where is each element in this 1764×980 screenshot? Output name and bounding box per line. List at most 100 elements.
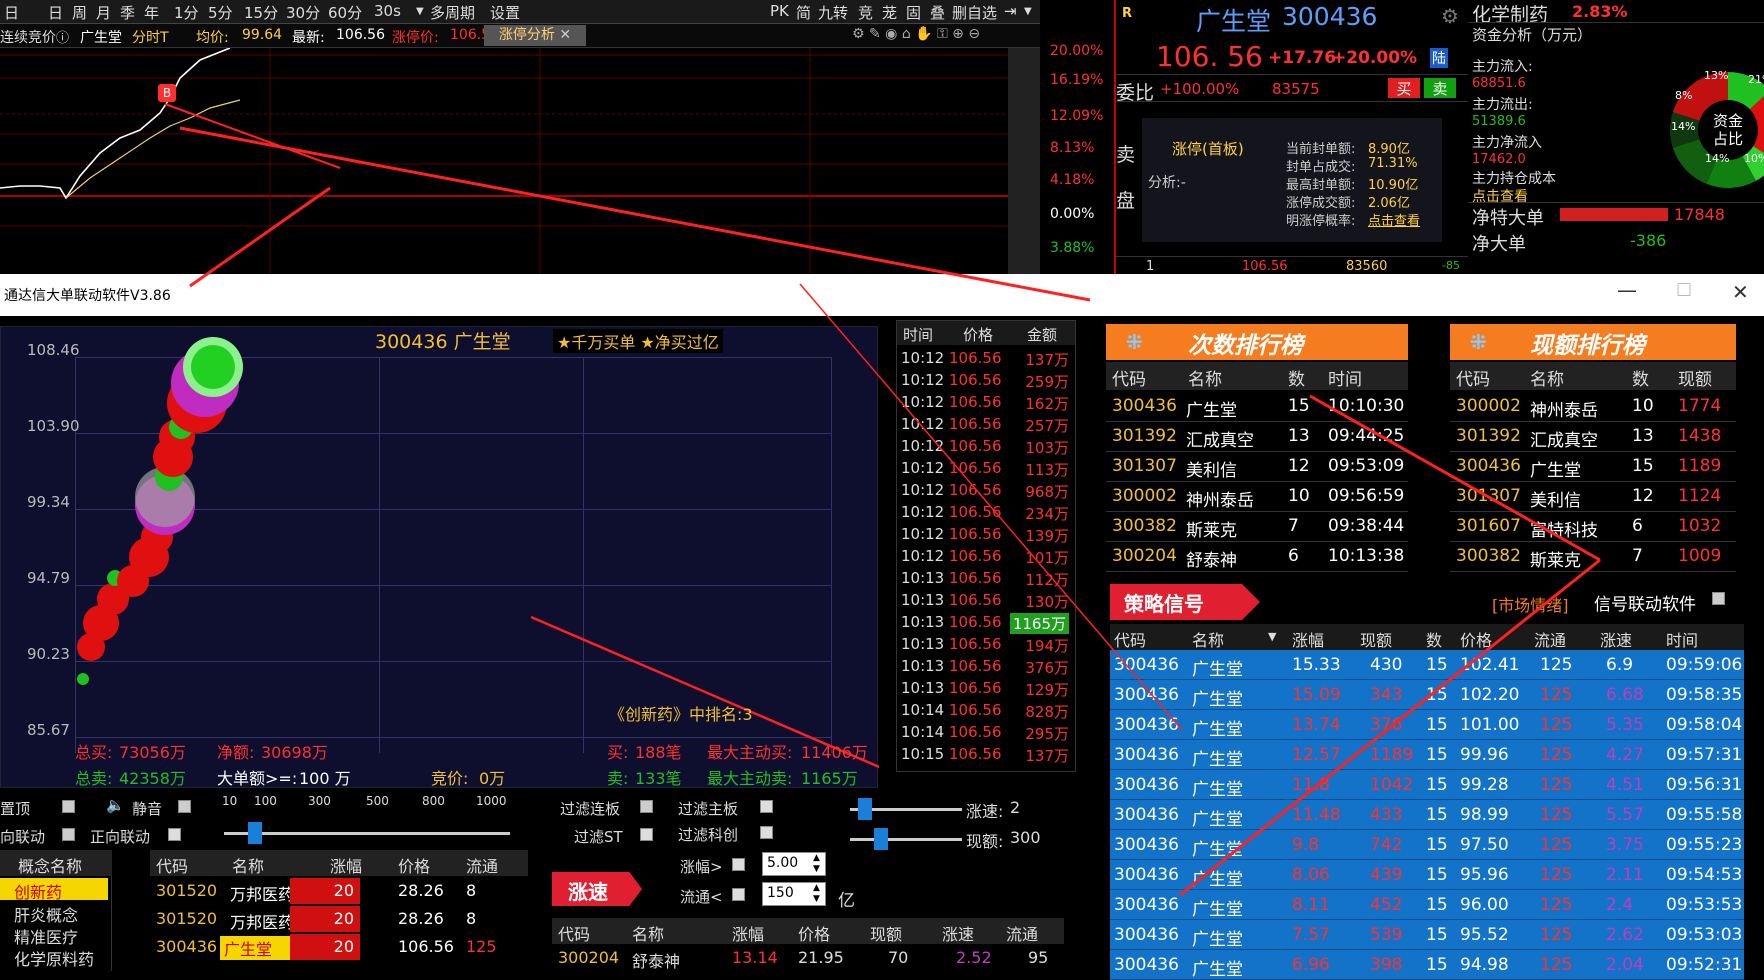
trade-row[interactable]: 10:13 106.56 194万	[897, 633, 1073, 655]
spin-icon[interactable]: ▲ ▼	[813, 883, 820, 905]
trade-row[interactable]: 10:12 106.56 139万	[897, 523, 1073, 545]
table-row[interactable]: 301307 美利信 12 09:53:09	[1106, 452, 1408, 482]
speed-slider-thumb[interactable]	[858, 798, 872, 820]
amount-slider-track[interactable]	[224, 832, 510, 835]
trade-row[interactable]: 10:13 106.56 130万	[897, 589, 1073, 611]
amount-slider-thumb[interactable]	[248, 822, 262, 844]
overlay-button[interactable]: 叠	[930, 2, 945, 23]
table-row[interactable]: 300204 舒泰神 6 10:13:38	[1106, 542, 1408, 572]
gear-icon[interactable]: ⚙	[1441, 4, 1459, 28]
trade-row[interactable]: 10:12 106.56 137万	[897, 347, 1073, 369]
signal-row[interactable]: 300436 广生堂 6.96 398 15 94.98 125 2.04 09:52:31	[1110, 950, 1744, 980]
reverse-link-checkbox[interactable]	[62, 828, 75, 841]
tab-limit-analysis[interactable]: 涨停分析 ✕	[484, 25, 586, 46]
bubble[interactable]	[191, 345, 235, 389]
trade-row[interactable]: 10:12 106.56 113万	[897, 457, 1073, 479]
concept-item[interactable]: 化学原料药	[14, 946, 94, 970]
quiet-checkbox[interactable]	[178, 800, 191, 813]
settings-menu[interactable]: 设置	[490, 2, 520, 23]
buy-marker[interactable]: B	[158, 84, 176, 102]
lt-checkbox[interactable]	[732, 888, 745, 901]
probability-link[interactable]: 点击查看	[1368, 210, 1420, 229]
toolbar-icons[interactable]: ⚙ ✎ ◉ ⌂ ✋ ⚿ ⊕ ⊖	[852, 26, 980, 42]
pk-button[interactable]: PK	[770, 2, 789, 20]
sell-button[interactable]: 卖	[1424, 78, 1456, 98]
exit-icon[interactable]: ⇥	[1004, 2, 1017, 20]
signal-row[interactable]: 300436 广生堂 13.74 376 15 101.00 125 5.35 09:58:04	[1110, 710, 1744, 740]
maximize-icon[interactable]: ☐	[1676, 280, 1692, 301]
trade-row[interactable]: 10:12 106.56 968万	[897, 479, 1073, 501]
signal-link-checkbox[interactable]	[1712, 592, 1725, 605]
table-row[interactable]: 301520 万邦医药 20 28.26 8	[150, 906, 528, 934]
period-day-2[interactable]: 日	[48, 2, 63, 23]
period-30s[interactable]: 30s	[374, 2, 401, 20]
spin-icon[interactable]: ▲ ▼	[813, 853, 820, 875]
info-icon[interactable]: ⓘ	[56, 27, 69, 46]
gu-button[interactable]: 固	[906, 2, 921, 23]
period-60m[interactable]: 60分	[328, 2, 362, 23]
bubble-chart[interactable]: 300436 广生堂 ★千万买单 ★净买过亿 108.46 103.90 99.…	[0, 326, 879, 788]
trade-row[interactable]: 10:14 106.56 295万	[897, 721, 1073, 743]
filter-lianban-checkbox[interactable]	[640, 800, 653, 813]
table-row[interactable]: 300002 神州泰岳 10 09:56:59	[1106, 482, 1408, 512]
signal-row[interactable]: 300436 广生堂 15.33 430 15 102.41 125 6.9 09:59:06	[1110, 650, 1744, 680]
signal-row[interactable]: 300436 广生堂 8.11 452 15 96.00 125 2.4 09:53:53	[1110, 890, 1744, 920]
market-sentiment-link[interactable]: [市场情绪]	[1492, 592, 1569, 616]
period-day[interactable]: 日	[4, 2, 19, 23]
table-row[interactable]: 300436 广生堂 20 106.56 125	[150, 934, 528, 962]
table-row[interactable]: 301520 万邦医药 20 28.26 8	[150, 878, 528, 906]
zf-checkbox[interactable]	[732, 858, 745, 871]
chevron-down-icon[interactable]: ▼	[416, 6, 424, 17]
table-row[interactable]: 300382 斯莱克 7 1009	[1450, 542, 1736, 572]
long-button[interactable]: 茏	[882, 2, 897, 23]
lt-input[interactable]: 150 ▲ ▼	[762, 882, 826, 906]
signal-row[interactable]: 300436 广生堂 12.57 1189 15 99.96 125 4.27 09:57:31	[1110, 740, 1744, 770]
trade-row[interactable]: 10:12 106.56 234万	[897, 501, 1073, 523]
top-checkbox[interactable]	[62, 800, 75, 813]
trade-row[interactable]: 10:13 106.56 1165万	[897, 611, 1073, 634]
table-row[interactable]: 301392 汇成真空 13 09:44:25	[1106, 422, 1408, 452]
concept-item[interactable]: 肝炎概念	[14, 902, 78, 926]
cost-link[interactable]: 点击查看	[1472, 186, 1528, 206]
period-week[interactable]: 周	[72, 2, 87, 23]
close-icon[interactable]: ✕	[559, 27, 571, 43]
table-row[interactable]: 301607 富特科技 6 1032	[1450, 512, 1736, 542]
intraday-chart[interactable]: B 20.00% 16.19% 12.09% 8.13% 4.18% 0.00%…	[0, 43, 1103, 274]
simple-button[interactable]: 简	[796, 2, 811, 23]
close-icon[interactable]: ✕	[1732, 280, 1749, 304]
trade-row[interactable]: 10:13 106.56 376万	[897, 655, 1073, 677]
buy-button[interactable]: 买	[1388, 78, 1420, 98]
trade-row[interactable]: 10:13 106.56 112万	[897, 567, 1073, 589]
signal-row[interactable]: 300436 广生堂 9.8 742 15 97.50 125 3.75 09:55:23	[1110, 830, 1744, 860]
concept-item[interactable]: 精准医疗	[14, 924, 78, 948]
signal-row[interactable]: 300436 广生堂 8.06 439 15 95.96 125 2.11 09:54:53	[1110, 860, 1744, 890]
table-row[interactable]: 300436 广生堂 15 1189	[1450, 452, 1736, 482]
jiuzhuan-button[interactable]: 九转	[818, 2, 848, 23]
table-row[interactable]: 300002 神州泰岳 10 1774	[1450, 392, 1736, 422]
table-row[interactable]: 300436 广生堂 15 10:10:30	[1106, 392, 1408, 422]
period-1m[interactable]: 1分	[174, 2, 199, 23]
menu-chevron-icon[interactable]: ▼	[1024, 6, 1032, 17]
period-month[interactable]: 月	[96, 2, 111, 23]
period-year[interactable]: 年	[144, 2, 159, 23]
trade-row[interactable]: 10:14 106.56 828万	[897, 699, 1073, 721]
period-15m[interactable]: 15分	[244, 2, 278, 23]
minimize-icon[interactable]: —	[1617, 278, 1637, 302]
trade-row[interactable]: 10:12 106.56 103万	[897, 435, 1073, 457]
trade-row[interactable]: 10:15 106.56 137万	[897, 743, 1073, 765]
filter-st-checkbox[interactable]	[640, 828, 653, 841]
signal-row[interactable]: 300436 广生堂 11.48 433 15 98.99 125 5.57 09:55:58	[1110, 800, 1744, 830]
zf-input[interactable]: 5.00 ▲ ▼	[762, 852, 826, 876]
sort-chevron-icon[interactable]: ▼	[1268, 630, 1276, 643]
concept-item-selected[interactable]: 创新药	[0, 878, 108, 902]
trade-row[interactable]: 10:13 106.56 129万	[897, 677, 1073, 699]
amount-filter-slider-track[interactable]	[850, 838, 962, 841]
trade-row[interactable]: 10:12 106.56 162万	[897, 391, 1073, 413]
jing-button[interactable]: 竞	[858, 2, 873, 23]
period-season[interactable]: 季	[120, 2, 135, 23]
period-30m[interactable]: 30分	[286, 2, 320, 23]
trade-row[interactable]: 10:12 106.56 257万	[897, 413, 1073, 435]
trade-row[interactable]: 10:12 106.56 101万	[897, 545, 1073, 567]
table-row[interactable]: 300204 舒泰神 13.14 21.95 70 2.52 95	[552, 946, 1064, 971]
signal-row[interactable]: 300436 广生堂 7.57 539 15 95.52 125 2.62 09:53:03	[1110, 920, 1744, 950]
